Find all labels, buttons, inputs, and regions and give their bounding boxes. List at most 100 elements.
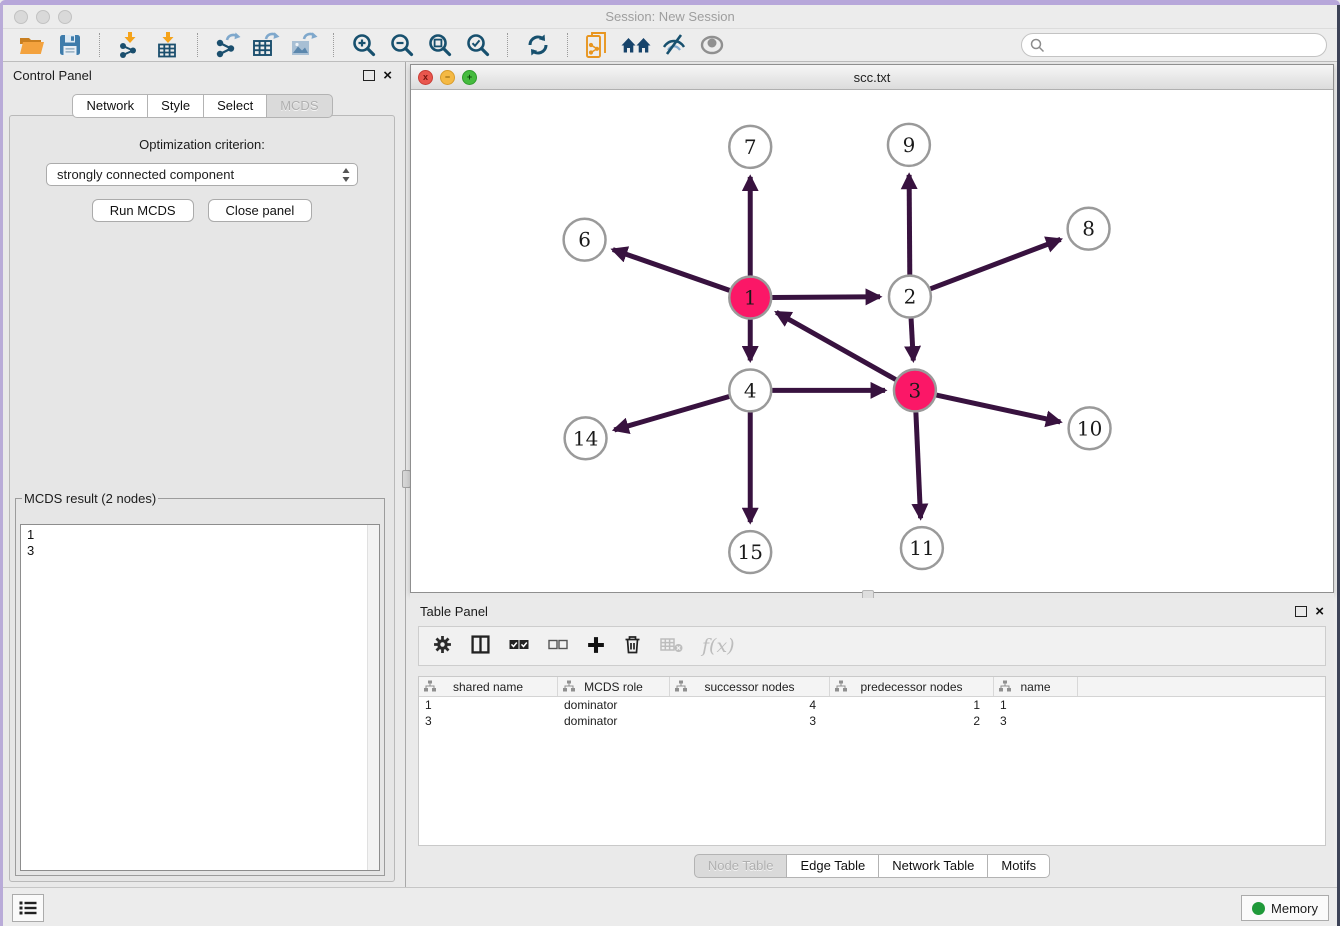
edge-1-2[interactable] bbox=[772, 297, 880, 298]
export-network-button[interactable] bbox=[212, 31, 244, 59]
export-network-icon bbox=[215, 32, 241, 58]
tab-network-table[interactable]: Network Table bbox=[878, 854, 988, 878]
duplicate-network-button[interactable] bbox=[582, 31, 614, 59]
tab-network[interactable]: Network bbox=[72, 94, 148, 118]
table-cell[interactable]: 2 bbox=[830, 713, 994, 729]
table-cell[interactable]: 3 bbox=[419, 713, 558, 729]
search-box[interactable] bbox=[1021, 33, 1327, 57]
export-image-button[interactable] bbox=[288, 31, 320, 59]
node-table[interactable]: shared nameMCDS rolesuccessor nodesprede… bbox=[418, 676, 1326, 846]
graph-node-9[interactable]: 9 bbox=[888, 124, 930, 166]
graph-node-7[interactable]: 7 bbox=[729, 126, 771, 168]
home-networks-button[interactable] bbox=[620, 31, 652, 59]
edge-3-11[interactable] bbox=[916, 412, 921, 518]
delete-column-button[interactable] bbox=[624, 635, 641, 657]
zoom-fit-button[interactable] bbox=[424, 31, 456, 59]
tab-node-table[interactable]: Node Table bbox=[694, 854, 788, 878]
memory-button[interactable]: Memory bbox=[1241, 895, 1329, 921]
close-panel-icon[interactable]: × bbox=[1315, 604, 1324, 619]
deselect-all-rows-button[interactable] bbox=[548, 637, 568, 655]
table-cell[interactable]: dominator bbox=[558, 713, 670, 729]
svg-text:14: 14 bbox=[573, 426, 598, 450]
column-header-predecessor-nodes[interactable]: predecessor nodes bbox=[830, 677, 994, 696]
mcds-result-group: MCDS result (2 nodes) 1 3 bbox=[15, 491, 385, 876]
show-columns-button[interactable] bbox=[471, 635, 490, 657]
save-session-button[interactable] bbox=[54, 31, 86, 59]
network-canvas[interactable]: 1 2 3 4 6 7 8 9 10 11 14 15 bbox=[411, 90, 1333, 592]
graph-node-14[interactable]: 14 bbox=[565, 417, 607, 459]
tab-motifs[interactable]: Motifs bbox=[987, 854, 1050, 878]
graph-node-10[interactable]: 10 bbox=[1069, 407, 1111, 449]
column-header-name[interactable]: name bbox=[994, 677, 1078, 696]
close-panel-icon[interactable]: × bbox=[383, 68, 392, 83]
table-cell[interactable]: dominator bbox=[558, 697, 670, 713]
open-session-button[interactable] bbox=[16, 31, 48, 59]
table-settings-button[interactable] bbox=[433, 635, 452, 657]
tab-style[interactable]: Style bbox=[147, 94, 204, 118]
optimization-criterion-label: Optimization criterion: bbox=[10, 137, 394, 152]
table-cell[interactable]: 3 bbox=[994, 713, 1078, 729]
edge-3-1[interactable] bbox=[776, 312, 895, 379]
table-row[interactable]: 1dominator411 bbox=[419, 697, 1325, 713]
apply-layout-button[interactable] bbox=[522, 31, 554, 59]
column-header-successor-nodes[interactable]: successor nodes bbox=[670, 677, 830, 696]
show-graphics-details-button[interactable] bbox=[696, 31, 728, 59]
create-column-button[interactable] bbox=[587, 636, 605, 657]
graph-node-11[interactable]: 11 bbox=[901, 527, 943, 569]
export-table-icon bbox=[252, 32, 280, 58]
edge-1-6[interactable] bbox=[613, 250, 730, 291]
select-all-rows-button[interactable] bbox=[509, 637, 529, 655]
float-panel-icon[interactable] bbox=[363, 70, 375, 81]
memory-status-icon bbox=[1252, 902, 1265, 915]
table-cell[interactable]: 1 bbox=[419, 697, 558, 713]
graph-node-2[interactable]: 2 bbox=[889, 276, 931, 318]
table-cell[interactable]: 1 bbox=[830, 697, 994, 713]
zoom-out-button[interactable] bbox=[386, 31, 418, 59]
criterion-dropdown[interactable]: strongly connected component bbox=[46, 163, 358, 186]
table-row[interactable]: 3dominator323 bbox=[419, 713, 1325, 729]
application-window: Session: New Session bbox=[0, 0, 1340, 926]
result-scrollbar[interactable] bbox=[367, 525, 379, 870]
columns-icon bbox=[471, 635, 490, 654]
table-cell[interactable]: 4 bbox=[670, 697, 830, 713]
node-table-body: 1dominator4113dominator323 bbox=[419, 697, 1325, 729]
graph-node-15[interactable]: 15 bbox=[729, 531, 771, 573]
task-history-button[interactable] bbox=[12, 894, 44, 922]
table-cell[interactable]: 3 bbox=[670, 713, 830, 729]
import-network-button[interactable] bbox=[114, 31, 146, 59]
float-panel-icon[interactable] bbox=[1295, 606, 1307, 617]
graph-node-4[interactable]: 4 bbox=[729, 369, 771, 411]
network-window-title: scc.txt bbox=[411, 70, 1333, 85]
edge-4-14[interactable] bbox=[614, 397, 729, 430]
import-table-icon bbox=[156, 32, 180, 58]
title-bar[interactable]: Session: New Session bbox=[3, 5, 1337, 29]
column-header-mcds-role[interactable]: MCDS role bbox=[558, 677, 670, 696]
zoom-in-button[interactable] bbox=[348, 31, 380, 59]
close-panel-button[interactable]: Close panel bbox=[208, 199, 313, 222]
graph-node-8[interactable]: 8 bbox=[1068, 208, 1110, 250]
column-header-shared-name[interactable]: shared name bbox=[419, 677, 558, 696]
tab-mcds[interactable]: MCDS bbox=[266, 94, 332, 118]
table-cell[interactable]: 1 bbox=[994, 697, 1078, 713]
node-table-header: shared nameMCDS rolesuccessor nodesprede… bbox=[419, 677, 1325, 697]
network-graph[interactable]: 1 2 3 4 6 7 8 9 10 11 14 15 bbox=[411, 90, 1333, 592]
tab-edge-table[interactable]: Edge Table bbox=[786, 854, 879, 878]
graph-node-1[interactable]: 1 bbox=[729, 277, 771, 319]
zoom-selected-button[interactable] bbox=[462, 31, 494, 59]
run-mcds-button[interactable]: Run MCDS bbox=[92, 199, 194, 222]
edge-2-3[interactable] bbox=[911, 319, 913, 361]
export-table-button[interactable] bbox=[250, 31, 282, 59]
edge-3-10[interactable] bbox=[936, 395, 1060, 422]
tab-select[interactable]: Select bbox=[203, 94, 267, 118]
edge-2-9[interactable] bbox=[909, 175, 910, 275]
mcds-result-area[interactable]: 1 3 bbox=[20, 524, 380, 871]
graph-node-3[interactable]: 3 bbox=[894, 369, 936, 411]
hide-graphics-details-button[interactable] bbox=[658, 31, 690, 59]
network-window-titlebar[interactable]: x − + scc.txt bbox=[411, 65, 1333, 90]
import-table-button[interactable] bbox=[152, 31, 184, 59]
vertical-splitter[interactable] bbox=[402, 62, 410, 888]
search-input[interactable] bbox=[1045, 37, 1318, 54]
graph-node-6[interactable]: 6 bbox=[564, 219, 606, 261]
open-folder-icon bbox=[19, 34, 45, 56]
edge-2-8[interactable] bbox=[930, 239, 1060, 288]
